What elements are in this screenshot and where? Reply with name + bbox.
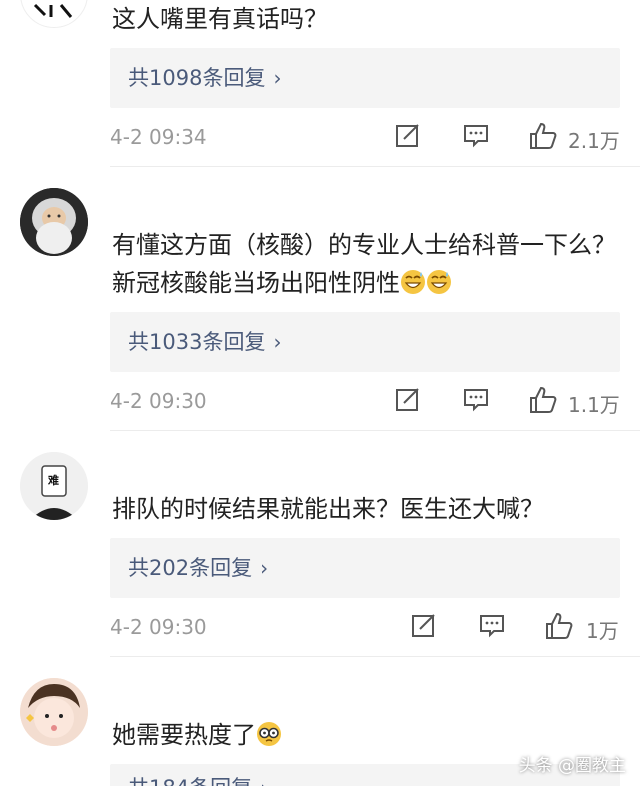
avatar[interactable] — [20, 188, 88, 256]
like-count: 1.1万 — [568, 393, 620, 417]
chevron-right-icon: › — [273, 66, 282, 90]
comment-meta: 4-2 09:30 1万 — [110, 611, 630, 645]
edit-icon[interactable] — [410, 611, 444, 645]
thumbs-up-icon[interactable] — [528, 121, 562, 155]
comment-text: 她需要热度了 — [112, 716, 622, 754]
edit-icon[interactable] — [394, 121, 428, 155]
chevron-right-icon: › — [260, 776, 268, 786]
comment-meta: 4-2 09:30 1.1万 — [110, 385, 630, 419]
comment-icon[interactable] — [462, 385, 496, 419]
view-replies-button[interactable]: 共1033条回复 › — [110, 312, 620, 372]
timestamp: 4-2 09:34 — [110, 125, 207, 149]
comment-text: 排队的时候结果就能出来？医生还大喊？ — [112, 495, 544, 523]
comment-icon[interactable] — [478, 611, 512, 645]
timestamp: 4-2 09:30 — [110, 615, 207, 639]
glasses-emoji-icon — [256, 720, 282, 746]
thumbs-up-icon[interactable] — [528, 385, 562, 419]
like-count: 1万 — [586, 619, 619, 643]
thumbs-up-icon[interactable] — [544, 611, 578, 645]
comment-meta: 4-2 09:34 2.1万 — [110, 121, 630, 155]
divider — [110, 656, 640, 657]
comment-text: 有懂这方面（核酸）的专业人士给科普一下么？新冠核酸能当场出阳性阴性 — [112, 231, 616, 297]
divider — [110, 430, 640, 431]
edit-icon[interactable] — [394, 385, 428, 419]
grin-sweat-emoji-icon — [426, 268, 452, 294]
like-count: 2.1万 — [568, 129, 620, 153]
avatar[interactable] — [20, 678, 88, 746]
watermark: 头条 @圈教主 — [518, 756, 626, 776]
avatar[interactable] — [20, 0, 88, 28]
view-replies-button[interactable]: 共202条回复 › — [110, 538, 620, 598]
comment-icon[interactable] — [462, 121, 496, 155]
chevron-right-icon: › — [260, 556, 269, 580]
replies-label: 共202条回复 › — [128, 556, 269, 580]
replies-label: 共1098条回复 › — [128, 66, 282, 90]
chevron-right-icon: › — [273, 330, 282, 354]
avatar-label: 难 — [48, 474, 59, 487]
grin-sweat-emoji-icon — [400, 268, 426, 294]
timestamp: 4-2 09:30 — [110, 389, 207, 413]
avatar[interactable]: 难 — [20, 452, 88, 520]
divider — [110, 166, 640, 167]
replies-label: 共1033条回复 › — [128, 330, 282, 354]
replies-label: 共184条回复› — [128, 772, 268, 786]
comment-text: 这人嘴里有真话吗？ — [112, 5, 328, 33]
view-replies-button[interactable]: 共1098条回复 › — [110, 48, 620, 108]
